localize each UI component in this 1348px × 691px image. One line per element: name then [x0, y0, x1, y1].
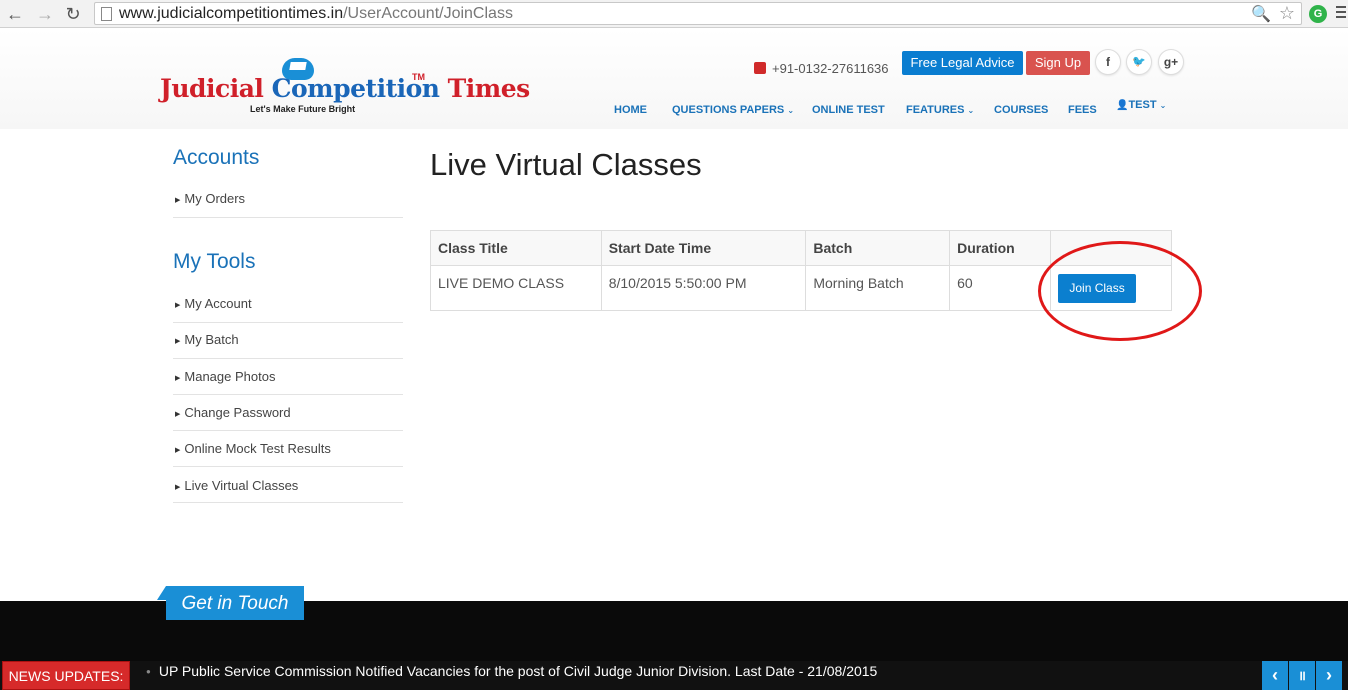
column-header-class-title: Class Title — [430, 230, 602, 266]
nav-user-label: TEST — [1128, 99, 1157, 111]
nav-questions-papers-label: QUESTIONS PAPERS — [672, 104, 785, 116]
googleplus-icon[interactable]: g+ — [1158, 49, 1184, 75]
chevron-down-icon: ⌄ — [787, 106, 795, 115]
zoom-icon[interactable]: 🔍 — [1251, 4, 1271, 24]
news-ticker: NEWS UPDATES: ● UP Public Service Commiss… — [0, 661, 1348, 690]
nav-online-test[interactable]: ONLINE TEST — [812, 104, 885, 116]
sidebar-item-label: My Orders — [184, 191, 246, 206]
nav-questions-papers[interactable]: QUESTIONS PAPERS ⌄ — [672, 104, 794, 116]
ticker-pause-button[interactable]: ॥ — [1289, 661, 1315, 690]
url-domain: www.judicialcompetitiontimes.in — [119, 5, 344, 22]
ticker-prev-button[interactable]: ‹ — [1262, 661, 1288, 690]
ticker-next-button[interactable]: › — [1316, 661, 1342, 690]
get-in-touch-tab-fold — [157, 586, 166, 600]
chevron-down-icon: ⌄ — [1159, 101, 1167, 110]
page-title: Live Virtual Classes — [430, 147, 702, 182]
bookmark-star-icon[interactable]: ☆ — [1279, 3, 1295, 24]
sidebar-item-mock-test-results[interactable]: ▶ Online Mock Test Results — [173, 431, 403, 467]
sidebar-item-manage-photos[interactable]: ▶ Manage Photos — [173, 359, 403, 395]
sidebar-item-label: My Account — [184, 296, 252, 311]
cell-start-date-time: 8/10/2015 5:50:00 PM — [600, 265, 807, 311]
caret-right-icon: ▶ — [175, 302, 181, 309]
facebook-icon[interactable]: f — [1095, 49, 1121, 75]
caret-right-icon: ▶ — [175, 197, 181, 204]
sidebar-item-label: Manage Photos — [184, 369, 276, 384]
phone-number: +91-0132-27611636 — [772, 61, 889, 76]
sidebar-item-live-virtual-classes[interactable]: ▶ Live Virtual Classes — [173, 467, 403, 503]
cell-class-title: LIVE DEMO CLASS — [430, 265, 602, 311]
url-path: /UserAccount/JoinClass — [343, 5, 513, 22]
extension-icon[interactable]: G — [1309, 5, 1327, 23]
address-bar[interactable]: www.judicialcompetitiontimes.in/UserAcco… — [94, 2, 1302, 25]
nav-user-menu[interactable]: 👤TEST ⌄ — [1116, 99, 1166, 111]
phone-contact: +91-0132-27611636 — [754, 61, 889, 76]
nav-courses[interactable]: COURSES — [994, 104, 1048, 116]
phone-icon — [754, 62, 766, 74]
forward-icon[interactable]: → — [34, 3, 56, 25]
my-tools-heading: My Tools — [173, 250, 256, 273]
user-icon: 👤 — [1116, 100, 1129, 111]
browser-toolbar: ← → ↻ www.judicialcompetitiontimes.in/Us… — [0, 0, 1348, 28]
column-header-start-date-time: Start Date Time — [600, 230, 807, 266]
news-updates-label: NEWS UPDATES: — [2, 661, 130, 690]
sign-up-button[interactable]: Sign Up — [1026, 51, 1090, 75]
logo-cap-icon — [289, 62, 307, 70]
caret-right-icon: ▶ — [175, 447, 181, 454]
sidebar-item-change-password[interactable]: ▶ Change Password — [173, 395, 403, 431]
chevron-down-icon: ⌄ — [967, 106, 975, 115]
sidebar-item-label: My Batch — [184, 332, 239, 347]
get-in-touch-heading: Get in Touch — [166, 586, 304, 620]
logo-trademark: TM — [412, 72, 425, 82]
column-header-duration: Duration — [949, 230, 1052, 266]
page-icon — [101, 7, 112, 21]
back-icon[interactable]: ← — [4, 3, 26, 25]
sidebar-item-my-batch[interactable]: ▶ My Batch — [173, 323, 403, 359]
url-text: www.judicialcompetitiontimes.in/UserAcco… — [119, 5, 513, 23]
news-ticker-text: UP Public Service Commission Notified Va… — [158, 663, 878, 679]
caret-right-icon: ▶ — [175, 411, 181, 418]
caret-right-icon: ▶ — [175, 338, 181, 345]
logo-tagline: Let's Make Future Bright — [250, 104, 356, 114]
highlight-circle-annotation — [1038, 241, 1202, 341]
column-header-batch: Batch — [805, 230, 951, 266]
bullet-icon: ● — [146, 667, 151, 676]
sidebar-item-label: Change Password — [184, 405, 291, 420]
browser-menu-icon[interactable] — [1336, 6, 1346, 21]
twitter-icon[interactable]: 🐦 — [1126, 49, 1152, 75]
logo-word-judicial: Judicial — [160, 74, 272, 103]
sidebar-item-my-orders[interactable]: ▶ My Orders — [173, 182, 403, 218]
cell-batch: Morning Batch — [805, 265, 951, 311]
caret-right-icon: ▶ — [175, 484, 181, 491]
news-ticker-item[interactable]: ● UP Public Service Commission Notified V… — [146, 663, 877, 679]
logo-word-times: Times — [439, 74, 531, 103]
nav-features-label: FEATURES — [906, 104, 965, 116]
accounts-heading: Accounts — [173, 146, 260, 169]
reload-icon[interactable]: ↻ — [62, 3, 84, 25]
sidebar-item-my-account[interactable]: ▶ My Account — [173, 287, 403, 323]
free-legal-advice-button[interactable]: Free Legal Advice — [902, 51, 1023, 75]
nav-features[interactable]: FEATURES ⌄ — [906, 104, 974, 116]
sidebar-item-label: Online Mock Test Results — [184, 441, 331, 456]
logo-wordmark: Judicial Competition Times — [160, 74, 530, 103]
caret-right-icon: ▶ — [175, 375, 181, 382]
cell-duration: 60 — [949, 265, 1052, 311]
nav-home[interactable]: HOME — [614, 104, 647, 116]
site-logo[interactable]: Judicial Competition Times TM Let's Make… — [160, 44, 530, 116]
nav-fees[interactable]: FEES — [1068, 104, 1097, 116]
sidebar-item-label: Live Virtual Classes — [184, 478, 299, 493]
